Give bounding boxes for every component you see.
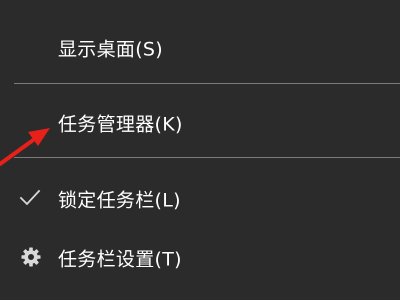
menu-item-label: 任务管理器(K) (58, 113, 183, 136)
taskbar-context-menu: 显示桌面(S) 任务管理器(K) 锁定任务栏(L) 任务栏设置(T) (0, 0, 400, 300)
menu-item-show-desktop[interactable]: 显示桌面(S) (0, 24, 400, 72)
menu-item-label: 显示桌面(S) (58, 38, 163, 61)
menu-item-task-manager[interactable]: 任务管理器(K) (0, 99, 400, 147)
menu-separator (14, 157, 400, 158)
gear-icon (21, 247, 41, 267)
menu-item-label: 任务栏设置(T) (58, 248, 182, 271)
menu-item-lock-taskbar[interactable]: 锁定任务栏(L) (0, 175, 400, 223)
check-icon (19, 189, 41, 206)
menu-item-taskbar-settings[interactable]: 任务栏设置(T) (0, 234, 400, 282)
menu-item-label: 锁定任务栏(L) (58, 189, 181, 212)
menu-separator (14, 83, 400, 84)
